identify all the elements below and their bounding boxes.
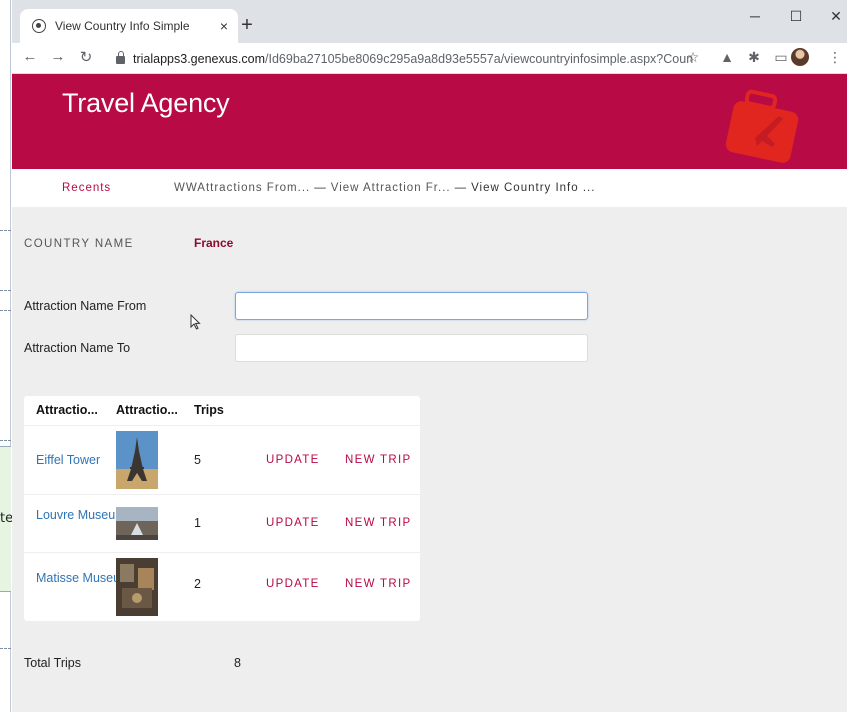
total-trips-value: 8 [234, 656, 241, 670]
breadcrumb-item[interactable]: WWAttractions From... [174, 182, 310, 194]
address-bar[interactable]: trialapps3.genexus.com/Id69ba27105be8069… [110, 47, 710, 70]
country-name-value: France [194, 236, 234, 250]
browser-window: View Country Info Simple × + ─ ☐ ✕ ← → ↻… [12, 0, 847, 712]
close-window-icon[interactable]: ✕ [826, 8, 846, 25]
breadcrumb-separator: — [314, 182, 327, 194]
new-trip-button[interactable]: NEW TRIP [345, 517, 411, 529]
url-host: trialapps3.genexus.com [133, 51, 266, 66]
reload-icon[interactable]: ↻ [76, 48, 96, 66]
breadcrumb-item[interactable]: View Attraction Fr... [331, 182, 451, 194]
attraction-to-label: Attraction Name To [24, 341, 131, 355]
matisse-museum-photo[interactable] [116, 558, 158, 616]
column-header-attraction-name[interactable]: Attractio... [36, 403, 98, 417]
profile-avatar[interactable] [791, 48, 809, 66]
table-row: Louvre Museum 1 UPDATE NEW TRIP [24, 494, 420, 552]
tab-title: View Country Info Simple [55, 19, 190, 33]
drive-extension-icon[interactable]: ▲ [718, 49, 736, 65]
new-tab-button[interactable]: + [235, 13, 259, 37]
breadcrumb-current: View Country Info ... [471, 182, 596, 194]
url-text[interactable]: trialapps3.genexus.com/Id69ba27105be8069… [133, 52, 693, 66]
attractions-grid: Attractio... Attractio... Trips Eiffel T… [24, 396, 420, 621]
maximize-icon[interactable]: ☐ [786, 8, 806, 25]
browser-tab[interactable]: View Country Info Simple × [20, 9, 238, 43]
attraction-name-link[interactable]: Eiffel Tower [36, 452, 100, 469]
navigation-strip: Recents WWAttractions From... — View Attra… [12, 169, 847, 207]
browser-toolbar: ← → ↻ trialapps3.genexus.com/Id69ba27105… [12, 43, 847, 74]
back-arrow-icon[interactable]: ← [20, 48, 40, 65]
total-trips-label: Total Trips [24, 656, 81, 670]
more-menu-icon[interactable]: ⋮ [826, 49, 844, 66]
country-name-label: COUNTRY NAME [24, 238, 134, 250]
background-window-edge: te [0, 0, 13, 712]
breadcrumb-separator: — [454, 182, 468, 194]
update-button[interactable]: UPDATE [266, 517, 320, 529]
update-button[interactable]: UPDATE [266, 454, 320, 466]
update-button[interactable]: UPDATE [266, 578, 320, 590]
attraction-from-input[interactable] [235, 292, 588, 320]
app-title: Travel Agency [62, 88, 230, 118]
mouse-pointer-icon [190, 314, 201, 330]
bookmark-star-icon[interactable]: ☆ [684, 49, 702, 66]
trips-count: 2 [194, 577, 201, 591]
forward-arrow-icon[interactable]: → [48, 48, 68, 65]
app-header: Travel Agency [12, 74, 847, 169]
extensions-puzzle-icon[interactable]: ✱ [745, 49, 763, 66]
new-trip-button[interactable]: NEW TRIP [345, 454, 411, 466]
new-trip-button[interactable]: NEW TRIP [345, 578, 411, 590]
lock-icon [116, 51, 125, 64]
url-path: /Id69ba27105be8069c295a9a8d93e5557a/view… [265, 51, 693, 66]
tab-close-button[interactable]: × [217, 18, 231, 34]
trips-count: 5 [194, 453, 201, 467]
globe-icon [32, 19, 46, 33]
table-row: Eiffel Tower 5 UPDATE NEW TRIP [24, 425, 420, 494]
attraction-from-label: Attraction Name From [24, 299, 147, 313]
table-row: Matisse Museum 2 UPDATE NEW TRIP [24, 552, 420, 621]
cast-icon[interactable]: ▭ [772, 49, 790, 66]
suitcase-airplane-logo-icon [725, 89, 799, 163]
attraction-to-input[interactable] [235, 334, 588, 362]
trips-count: 1 [194, 516, 201, 530]
column-header-trips[interactable]: Trips [194, 403, 224, 417]
column-header-attraction-photo[interactable]: Attractio... [116, 403, 178, 417]
breadcrumb: WWAttractions From... — View Attraction Fr… [174, 182, 595, 194]
attraction-name-link[interactable]: Louvre Museum [36, 507, 126, 524]
eiffel-tower-photo[interactable] [116, 431, 158, 489]
minimize-icon[interactable]: ─ [745, 8, 765, 24]
tab-bar: View Country Info Simple × + ─ ☐ ✕ [12, 0, 847, 43]
louvre-photo[interactable] [116, 507, 158, 540]
recents-link[interactable]: Recents [62, 182, 111, 194]
